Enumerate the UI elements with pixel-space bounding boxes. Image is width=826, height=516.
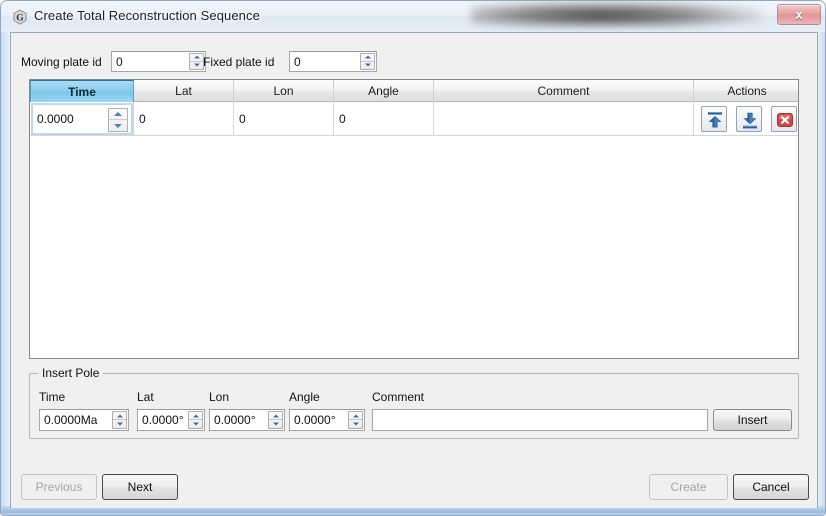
- dialog-window: G Create Total Reconstruction Sequence x…: [0, 0, 826, 516]
- spin-up-icon[interactable]: [349, 412, 362, 420]
- moving-plate-id-stepper[interactable]: [189, 53, 204, 70]
- time-cell-spinbox-editor[interactable]: 0.0000: [31, 103, 133, 135]
- insert-pole-group-title: Insert Pole: [38, 366, 104, 380]
- close-glyph: x: [795, 7, 803, 22]
- insert-button[interactable]: Insert: [713, 409, 792, 431]
- insert-lon-spinbox[interactable]: 0.0000°: [209, 409, 285, 431]
- table-header-actions[interactable]: Actions: [694, 80, 800, 102]
- fixed-plate-id-stepper[interactable]: [360, 53, 375, 70]
- insert-time-label: Time: [39, 390, 66, 404]
- insert-angle-stepper[interactable]: [348, 411, 363, 429]
- table-header-comment[interactable]: Comment: [434, 80, 694, 102]
- table-header-lon[interactable]: Lon: [234, 80, 334, 102]
- aero-blur-artifact: [471, 1, 761, 27]
- insert-lon-stepper[interactable]: [268, 411, 283, 429]
- insert-angle-spinbox[interactable]: 0.0000°: [289, 409, 365, 431]
- cell-lon[interactable]: 0: [234, 102, 334, 136]
- insert-angle-value: 0.0000°: [294, 413, 336, 427]
- spin-up-icon[interactable]: [189, 412, 202, 420]
- close-icon[interactable]: x: [777, 4, 821, 25]
- insert-lat-value: 0.0000°: [142, 413, 184, 427]
- insert-lat-label: Lat: [137, 390, 154, 404]
- svg-text:G: G: [16, 14, 24, 24]
- window-title: Create Total Reconstruction Sequence: [34, 8, 260, 23]
- table-header-lat[interactable]: Lat: [134, 80, 234, 102]
- fixed-plate-id-value: 0: [294, 54, 301, 69]
- delete-icon[interactable]: [771, 106, 797, 132]
- table-row[interactable]: 0 0 0: [30, 102, 798, 136]
- spin-up-icon[interactable]: [190, 54, 203, 62]
- fixed-plate-id-label: Fixed plate id: [203, 55, 275, 69]
- cell-comment[interactable]: [434, 102, 694, 136]
- fixed-plate-id-spinbox[interactable]: 0: [289, 51, 377, 72]
- insert-time-value: 0.0000Ma: [44, 413, 98, 427]
- insert-angle-label: Angle: [289, 390, 320, 404]
- insert-time-spinbox[interactable]: 0.0000Ma: [39, 409, 129, 431]
- table-header-row: Time Lat Lon Angle Comment Actions: [30, 80, 798, 102]
- cancel-button[interactable]: Cancel: [733, 474, 809, 500]
- spin-down-icon[interactable]: [269, 420, 282, 428]
- move-up-icon[interactable]: [701, 106, 727, 132]
- moving-plate-id-value: 0: [116, 54, 123, 69]
- insert-comment-label: Comment: [372, 390, 425, 404]
- title-bar[interactable]: G Create Total Reconstruction Sequence x: [1, 1, 825, 32]
- previous-button[interactable]: Previous: [21, 474, 97, 500]
- time-cell-stepper[interactable]: [108, 108, 128, 132]
- spin-up-icon[interactable]: [109, 109, 127, 120]
- cell-actions: [694, 102, 800, 136]
- window-left-frame: [1, 32, 10, 515]
- spin-down-icon[interactable]: [349, 420, 362, 428]
- gplates-g-icon: G: [12, 9, 28, 25]
- spin-down-icon[interactable]: [113, 420, 126, 428]
- cell-angle[interactable]: 0: [334, 102, 434, 136]
- moving-plate-id-label: Moving plate id: [21, 55, 102, 69]
- spin-up-icon[interactable]: [269, 412, 282, 420]
- spin-up-icon[interactable]: [113, 412, 126, 420]
- moving-plate-id-spinbox[interactable]: 0: [111, 51, 206, 72]
- spin-down-icon[interactable]: [189, 420, 202, 428]
- spin-down-icon[interactable]: [109, 120, 127, 131]
- reconstruction-pole-table: Time Lat Lon Angle Comment Actions 0 0 0: [29, 79, 799, 359]
- move-down-icon[interactable]: [736, 106, 762, 132]
- insert-lon-value: 0.0000°: [214, 413, 256, 427]
- spin-down-icon[interactable]: [361, 62, 374, 70]
- next-button[interactable]: Next: [102, 474, 178, 500]
- table-header-time[interactable]: Time: [30, 80, 134, 102]
- insert-lon-label: Lon: [209, 390, 230, 404]
- insert-comment-input[interactable]: [372, 409, 708, 431]
- create-button[interactable]: Create: [649, 474, 728, 500]
- spin-up-icon[interactable]: [361, 54, 374, 62]
- cell-lat[interactable]: 0: [134, 102, 234, 136]
- spin-down-icon[interactable]: [190, 62, 203, 70]
- insert-lat-stepper[interactable]: [188, 411, 203, 429]
- insert-lat-spinbox[interactable]: 0.0000°: [137, 409, 205, 431]
- insert-time-stepper[interactable]: [112, 411, 127, 429]
- table-header-angle[interactable]: Angle: [334, 80, 434, 102]
- time-cell-value: 0.0000: [37, 112, 74, 126]
